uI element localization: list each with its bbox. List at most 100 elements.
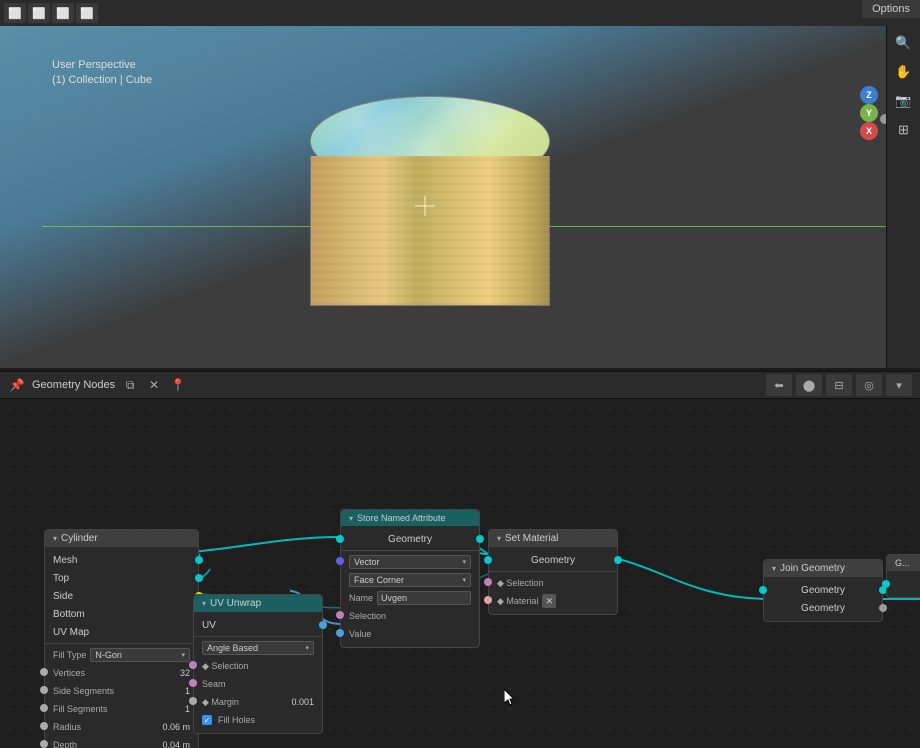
- socket-sideseg-in[interactable]: [40, 686, 48, 694]
- 3d-viewport[interactable]: User Perspective (1) Collection | Cube Z…: [0, 26, 920, 371]
- socket-top-out[interactable]: [195, 574, 203, 582]
- field-sel-setmat: ◆ Selection: [489, 574, 617, 592]
- socket-jg-val-out[interactable]: [879, 604, 887, 612]
- node-row-uv-out: UV: [194, 616, 322, 634]
- field-seam: Seam: [194, 675, 322, 693]
- options-button[interactable]: Options: [862, 0, 920, 18]
- name-sna-label: Name: [349, 593, 373, 603]
- node-cylinder-body: Mesh Top Side Bottom UV Map: [45, 547, 198, 748]
- node-setmat-header[interactable]: ▾ Set Material: [489, 530, 617, 547]
- gn-grid-btn[interactable]: ⊟: [826, 374, 852, 396]
- socket-sel-setmat[interactable]: [484, 578, 492, 586]
- node-sna-title: Store Named Attribute: [357, 513, 446, 523]
- node-collapse-arrow-sm[interactable]: ▾: [497, 534, 501, 543]
- method-dropdown[interactable]: Angle Based ▾: [202, 641, 314, 655]
- rtool-camera[interactable]: 📷: [891, 88, 917, 114]
- field-selection-sna: Selection: [341, 607, 479, 625]
- node-uvunwrap-header[interactable]: ▾ UV Unwrap: [194, 595, 322, 612]
- top-icon-3[interactable]: ⬜: [52, 3, 74, 23]
- socket-setmat-geo-out[interactable]: [614, 556, 622, 564]
- gn-pinned-icon[interactable]: 📍: [169, 376, 187, 394]
- node-sep-sna: [341, 550, 479, 551]
- field-side-seg: Side Segments 1: [45, 682, 198, 700]
- node-joingeo-out: Geometry: [764, 581, 882, 599]
- field-fillholes: ✓ Fill Holes: [194, 711, 322, 729]
- depth-label: Depth: [53, 740, 77, 748]
- y-axis-icon[interactable]: Y: [860, 104, 878, 122]
- socket-value-sna[interactable]: [336, 629, 344, 637]
- socket-mat-in[interactable]: [484, 596, 492, 604]
- x-axis-icon[interactable]: X: [860, 122, 878, 140]
- gn-close-icon[interactable]: ✕: [145, 376, 163, 394]
- node-store-named-attr[interactable]: ▾ Store Named Attribute Geometry Vector …: [340, 509, 480, 648]
- socket-vector-in[interactable]: [336, 557, 344, 565]
- socket-margin[interactable]: [189, 697, 197, 705]
- socket-seam[interactable]: [189, 679, 197, 687]
- socket-sna-geo-out[interactable]: [476, 535, 484, 543]
- socket-depth-in[interactable]: [40, 740, 48, 748]
- node-uv-unwrap[interactable]: ▾ UV Unwrap UV Angle Based ▾ ◆ Selec: [193, 594, 323, 734]
- fillholes-checkbox[interactable]: ✓: [202, 715, 212, 725]
- socket-sna-geo-in[interactable]: [336, 535, 344, 543]
- rtool-hand[interactable]: ✋: [891, 59, 917, 85]
- node-collapse-arrow[interactable]: ▾: [53, 534, 57, 543]
- node-sna-geo-out: Geometry: [341, 530, 479, 548]
- socket-sel-sna[interactable]: [336, 611, 344, 619]
- material-clear[interactable]: ✕: [542, 594, 556, 608]
- depth-value: 0.04 m: [162, 740, 190, 748]
- node-collapse-arrow-uv[interactable]: ▾: [202, 599, 206, 608]
- gn-chevron-btn[interactable]: ▾: [886, 374, 912, 396]
- socket-fillseg-in[interactable]: [40, 704, 48, 712]
- socket-sel-uv[interactable]: [189, 661, 197, 669]
- face-corner-dropdown[interactable]: Face Corner ▾: [349, 573, 471, 587]
- collection-label: (1) Collection | Cube: [52, 73, 152, 88]
- node-partial-right[interactable]: G...: [886, 554, 920, 598]
- node-join-geometry[interactable]: ▾ Join Geometry Geometry Geometry: [763, 559, 883, 622]
- socket-radius-in[interactable]: [40, 722, 48, 730]
- socket-jg-geo-in[interactable]: [759, 586, 767, 594]
- gn-sphere-btn[interactable]: ⬤: [796, 374, 822, 396]
- node-set-material[interactable]: ▾ Set Material Geometry ◆ Selection ◆ Ma…: [488, 529, 618, 615]
- gn-pin-icon[interactable]: 📌: [8, 376, 26, 394]
- node-sna-header[interactable]: ▾ Store Named Attribute: [341, 510, 479, 526]
- perspective-label: User Perspective: [52, 58, 152, 73]
- mesh-label: Mesh: [53, 555, 77, 566]
- filltype-label: Fill Type: [53, 650, 86, 660]
- field-method: Angle Based ▾: [194, 639, 322, 657]
- socket-uv-out[interactable]: [319, 621, 327, 629]
- rtool-zoom[interactable]: 🔍: [891, 30, 917, 56]
- sel-sna-label: Selection: [349, 611, 386, 621]
- jg-geo2-label: Geometry: [801, 603, 845, 614]
- top-icon-1[interactable]: ⬜: [4, 3, 26, 23]
- socket-vertices-in[interactable]: [40, 668, 48, 676]
- uv-out-label: UV: [202, 620, 216, 631]
- node-row-uvmap: UV Map: [45, 623, 198, 641]
- node-cylinder-header[interactable]: ▾ Cylinder: [45, 530, 198, 547]
- gn-header-right: ⬅ ⬤ ⊟ ◎ ▾: [766, 374, 912, 396]
- node-row-mesh: Mesh: [45, 551, 198, 569]
- filltype-dropdown[interactable]: N-Gon ▾: [90, 648, 190, 662]
- node-cylinder[interactable]: ▾ Cylinder Mesh Top Side Bottom: [44, 529, 199, 748]
- name-input[interactable]: Uvgen: [377, 591, 471, 605]
- socket-setmat-geo-in[interactable]: [484, 556, 492, 564]
- node-collapse-arrow-jg[interactable]: ▾: [772, 564, 776, 573]
- top-icon-2[interactable]: ⬜: [28, 3, 50, 23]
- node-row-side: Side: [45, 587, 198, 605]
- top-icon-4[interactable]: ⬜: [76, 3, 98, 23]
- rtool-grid[interactable]: ⊞: [891, 117, 917, 143]
- node-canvas[interactable]: ▾ Cylinder Mesh Top Side Bottom: [0, 399, 920, 748]
- socket-mesh-out[interactable]: [195, 556, 203, 564]
- sel-uv-label: ◆ Selection: [202, 661, 248, 672]
- vector-dropdown[interactable]: Vector ▾: [349, 555, 471, 569]
- gn-copy-icon[interactable]: ⧉: [121, 376, 139, 394]
- z-axis-icon[interactable]: Z: [860, 86, 878, 104]
- gn-overlay-btn[interactable]: ◎: [856, 374, 882, 396]
- gn-back-btn[interactable]: ⬅: [766, 374, 792, 396]
- socket-partial-in[interactable]: [882, 580, 890, 588]
- fillholes-check: ✓: [204, 716, 211, 725]
- radius-label: Radius: [53, 722, 81, 732]
- fillseg-value: 1: [185, 704, 190, 714]
- vertices-label: Vertices: [53, 668, 85, 678]
- node-joingeo-header[interactable]: ▾ Join Geometry: [764, 560, 882, 577]
- node-collapse-arrow-sna[interactable]: ▾: [349, 514, 353, 523]
